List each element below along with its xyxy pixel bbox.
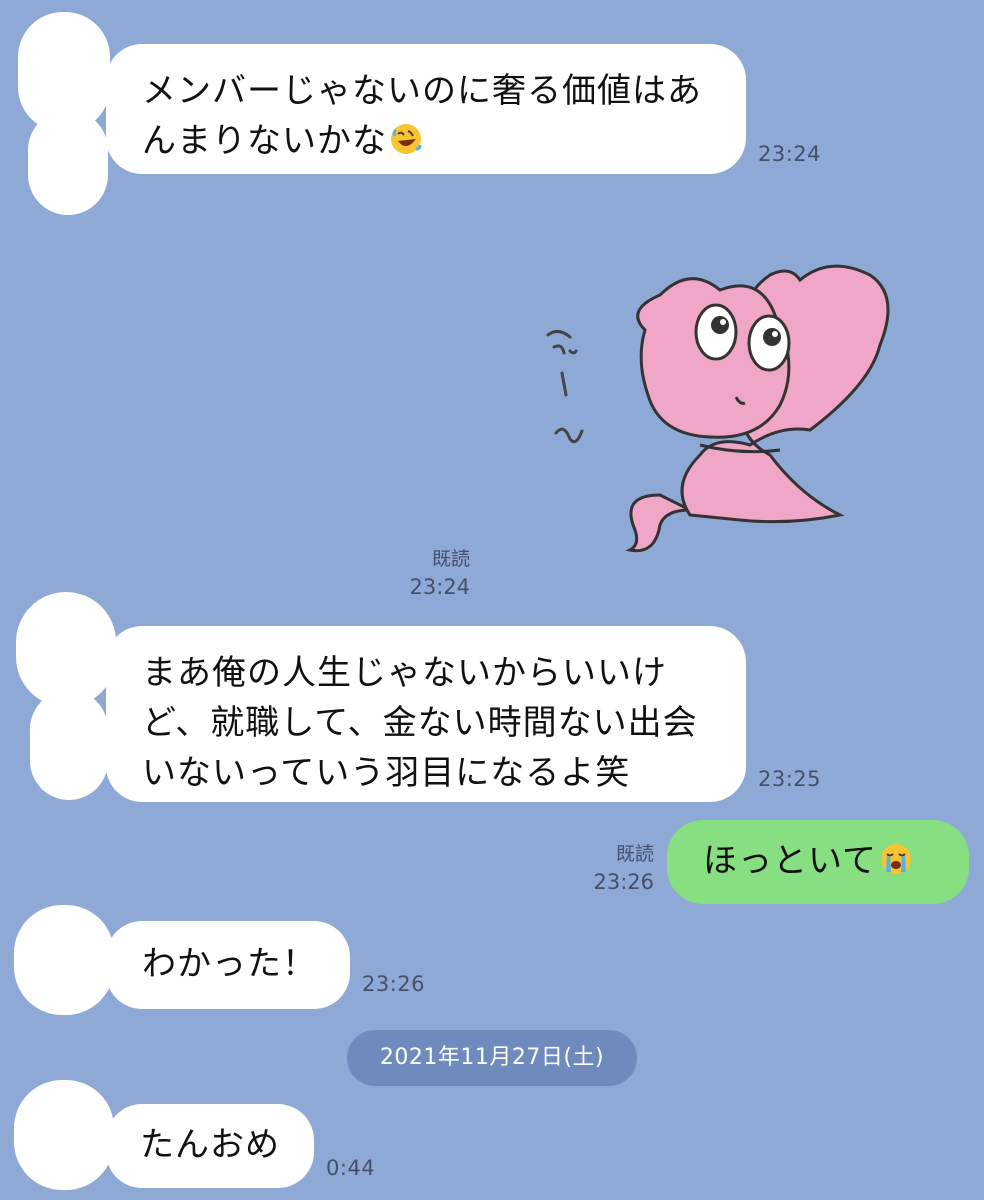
- avatar[interactable]: [14, 905, 114, 1015]
- message-text: ほっといて: [703, 841, 877, 881]
- message-bubble[interactable]: たんおめ: [106, 1104, 314, 1188]
- pink-creature-lounging-sticker[interactable]: [540, 255, 920, 560]
- rolling-on-floor-laughing-emoji: [391, 124, 422, 154]
- read-receipt: 既読 23:26: [593, 843, 654, 894]
- avatar-scribble: [30, 690, 108, 800]
- avatar[interactable]: [14, 1080, 114, 1190]
- message-time: 23:26: [362, 972, 426, 996]
- message-text: たんおめ: [140, 1125, 280, 1165]
- sticker-tail: [625, 493, 691, 553]
- message-bubble[interactable]: まあ俺の人生じゃないからいいけ ど、就職して、金ない時間ない出会 いないっていう…: [106, 626, 746, 802]
- loudly-crying-face-emoji: [880, 844, 911, 874]
- message-time: 23:25: [758, 767, 822, 791]
- avatar-scribble: [28, 110, 108, 215]
- message-text: わかった！: [142, 944, 317, 984]
- read-receipt: 既読 23:24: [409, 548, 470, 599]
- message-bubble[interactable]: わかった！: [106, 921, 350, 1009]
- message-text: まあ俺の人生じゃないからいいけ ど、就職して、金ない時間ない出会 いないっていう…: [142, 653, 698, 793]
- date-separator: 2021年11月27日(土): [347, 1030, 637, 1086]
- message-time: 23:24: [758, 142, 822, 166]
- message-bubble-sent[interactable]: ほっといて: [667, 820, 969, 904]
- message-time: 0:44: [326, 1156, 376, 1180]
- message-bubble[interactable]: メンバーじゃないのに奢る価値はあ んまりないかな: [106, 44, 746, 174]
- sticker-lettering: [546, 330, 584, 444]
